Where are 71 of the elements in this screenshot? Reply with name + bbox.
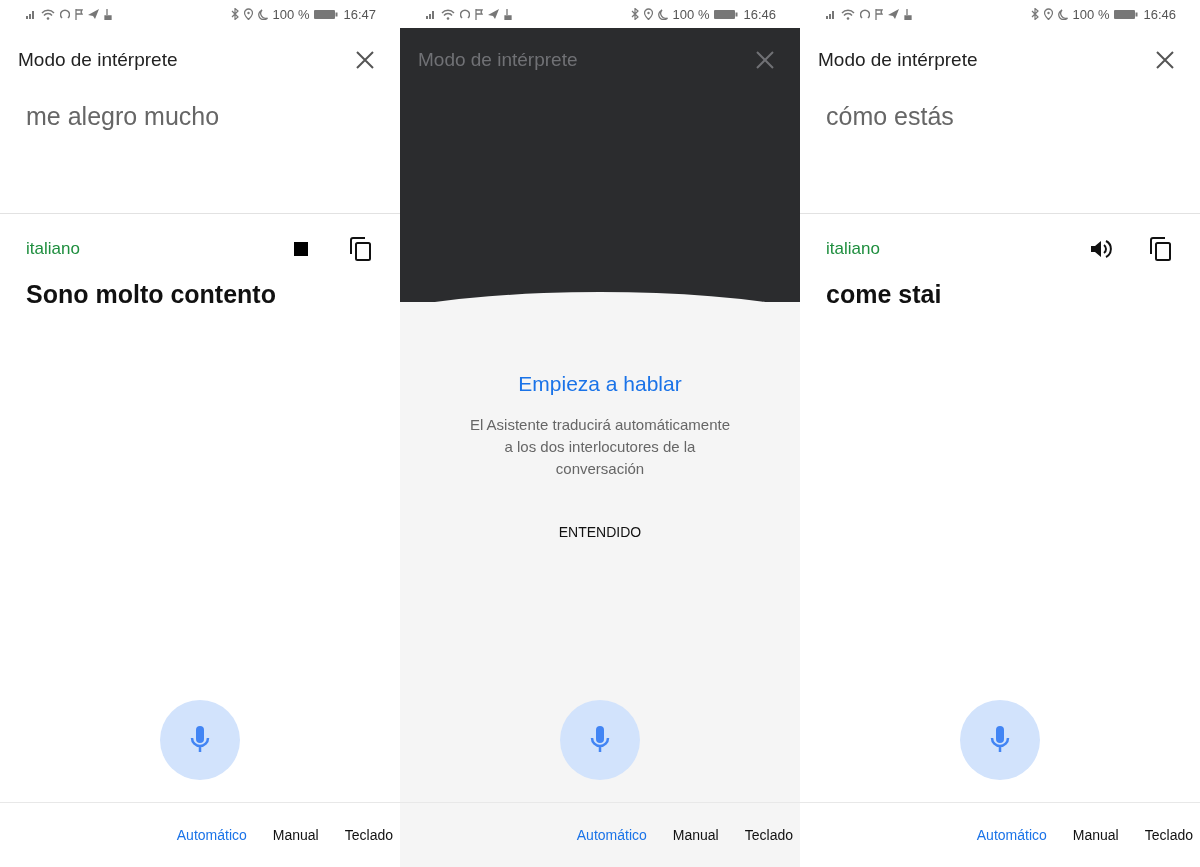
screen-title: Modo de intérprete [18, 49, 178, 71]
bluetooth-icon [230, 8, 239, 20]
clock-time: 16:46 [743, 6, 776, 22]
clock-time: 16:47 [343, 6, 376, 22]
battery-percent: 100 % [1072, 6, 1110, 22]
hand-icon [904, 8, 912, 20]
copy-icon [1150, 237, 1172, 261]
mode-tab[interactable]: Manual [672, 827, 719, 843]
microphone-icon [590, 725, 610, 755]
stop-icon [294, 242, 308, 256]
screen-title: Modo de intérprete [418, 49, 578, 71]
hotspot-icon [60, 9, 70, 19]
clock-time: 16:46 [1143, 6, 1176, 22]
flag-icon [75, 8, 83, 20]
mode-tab[interactable]: Teclado [744, 827, 793, 843]
speaker-icon [1090, 239, 1112, 259]
screen-title: Modo de intérprete [818, 49, 978, 71]
close-icon [356, 51, 374, 69]
send-icon [488, 9, 499, 19]
hotspot-icon [860, 9, 870, 19]
mode-tab[interactable]: Manual [272, 827, 319, 843]
close-button[interactable] [1156, 51, 1174, 69]
moon-icon [257, 8, 268, 20]
wifi-icon [841, 8, 855, 20]
battery-icon [714, 8, 739, 20]
close-icon [756, 51, 774, 69]
microphone-icon [190, 725, 210, 755]
translated-text: come stai [825, 279, 943, 309]
wifi-icon [441, 8, 455, 20]
target-language: italiano [26, 239, 80, 259]
battery-percent: 100 % [272, 6, 310, 22]
flag-icon [875, 8, 883, 20]
send-icon [888, 9, 899, 19]
bluetooth-icon [1030, 8, 1039, 20]
wifi-icon [41, 8, 55, 20]
mode-tab[interactable]: Manual [1072, 827, 1119, 843]
mode-tab[interactable]: Automático [576, 827, 647, 843]
hotspot-icon [460, 9, 470, 19]
copy-icon [350, 237, 372, 261]
moon-icon [1057, 8, 1068, 20]
send-icon [88, 9, 99, 19]
moon-icon [657, 8, 668, 20]
location-icon [643, 8, 653, 20]
mode-tab[interactable]: Automático [176, 827, 247, 843]
signal-icon [26, 9, 36, 19]
bluetooth-icon [630, 8, 639, 20]
translated-text: Sono molto contento [25, 279, 277, 309]
flag-icon [475, 8, 483, 20]
copy-button[interactable] [348, 236, 374, 262]
signal-icon [826, 9, 836, 19]
close-button[interactable] [356, 51, 374, 69]
signal-icon [426, 9, 436, 19]
dialog-message: El Asistente traducirá automáticamente a los dos interlocutores de la conversación [468, 415, 732, 479]
battery-icon [314, 8, 339, 20]
hand-icon [104, 8, 112, 20]
mode-tab[interactable]: Teclado [344, 827, 393, 843]
mode-tab[interactable]: Automático [976, 827, 1047, 843]
close-button[interactable] [756, 51, 774, 69]
hand-icon [504, 8, 512, 20]
dialog-heading: Empieza a hablar [517, 372, 683, 396]
battery-icon [1114, 8, 1139, 20]
location-icon [243, 8, 253, 20]
battery-percent: 100 % [672, 6, 710, 22]
target-language: italiano [826, 239, 880, 259]
copy-button[interactable] [1148, 236, 1174, 262]
mode-tab[interactable]: Teclado [1144, 827, 1193, 843]
source-text: cómo estás [800, 92, 1200, 214]
microphone-icon [990, 725, 1010, 755]
close-icon [1156, 51, 1174, 69]
dismiss-button[interactable]: ENTENDIDO [548, 518, 652, 546]
location-icon [1043, 8, 1053, 20]
